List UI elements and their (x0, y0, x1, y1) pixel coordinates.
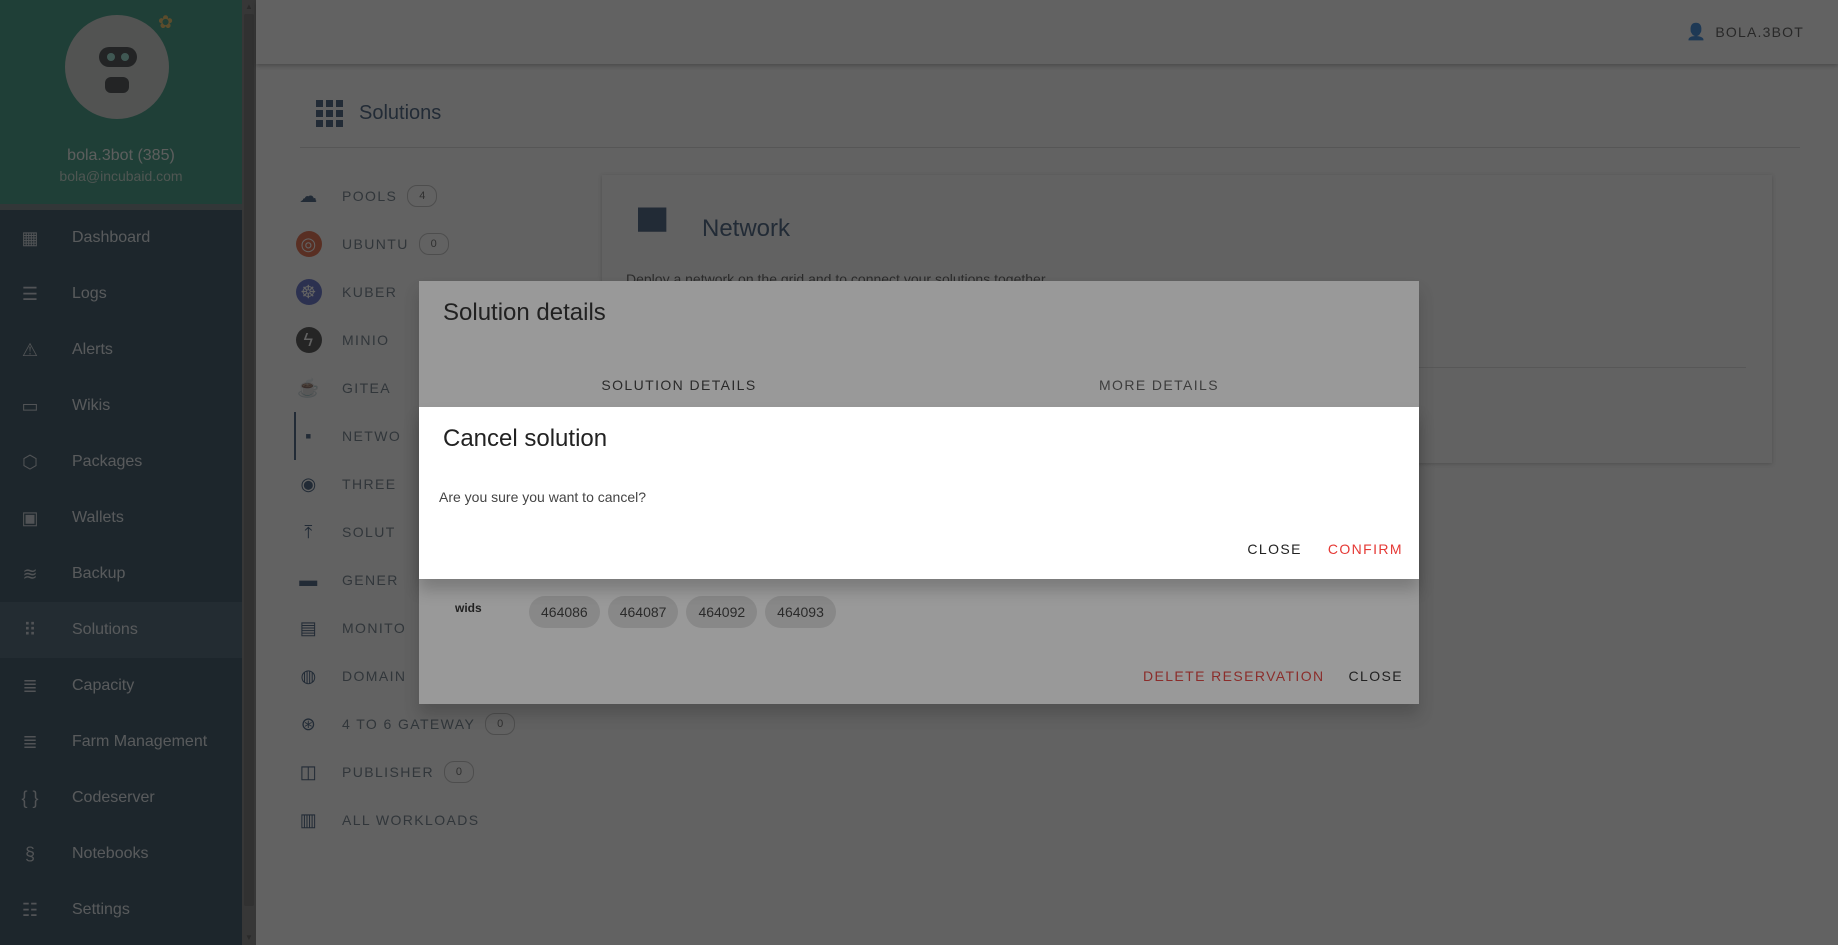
confirm-button[interactable]: CONFIRM (1328, 535, 1403, 563)
close-button[interactable]: CLOSE (1247, 535, 1301, 563)
dialog-title: Cancel solution (443, 425, 608, 452)
dialog-actions: CLOSE CONFIRM (1247, 535, 1403, 563)
dialog-message: Are you sure you want to cancel? (439, 489, 647, 505)
cancel-solution-dialog: Cancel solution Are you sure you want to… (419, 407, 1419, 579)
